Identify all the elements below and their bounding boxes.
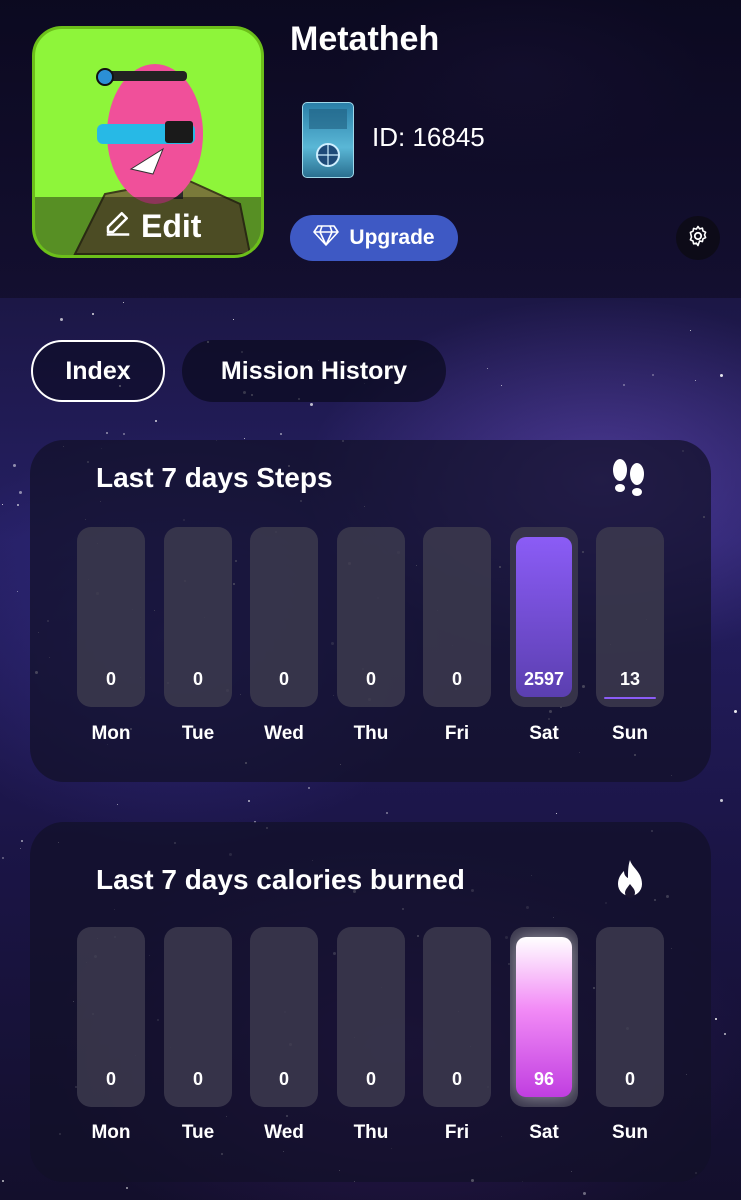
bar-value: 0 [624, 1069, 635, 1089]
bar-mon[interactable]: 0 [77, 527, 145, 707]
bar-thu[interactable]: 0 [337, 927, 405, 1107]
bar-value: 2597 [523, 669, 565, 689]
day-label: Wed [264, 723, 304, 744]
day-label: Fri [444, 1122, 470, 1143]
bar-value: 0 [278, 1069, 289, 1089]
steps-card: Last 7 days Steps 0 Mon 0 Tue 0 Wed 0 Thu 0 Fri 25… [30, 440, 711, 782]
day-label: Sun [612, 723, 648, 744]
day-label: Sat [529, 723, 559, 744]
bar-thu[interactable]: 0 [337, 527, 405, 707]
day-label: Tue [181, 723, 215, 744]
day-label: Tue [181, 1122, 215, 1143]
tab-mission-history[interactable]: Mission History [182, 340, 446, 402]
calories-card: Last 7 days calories burned 0 Mon 0 Tue 0 Wed… [30, 822, 711, 1182]
calories-card-title: Last 7 days calories burned [96, 864, 465, 895]
gear-icon [686, 224, 710, 253]
day-label: Mon [91, 1122, 131, 1143]
pencil-icon [103, 207, 133, 245]
day-label: Thu [353, 1122, 389, 1143]
footprints-icon [610, 458, 648, 505]
bar-tue[interactable]: 0 [164, 527, 232, 707]
bar-sun[interactable]: 0 [596, 927, 664, 1107]
upgrade-label: Upgrade [349, 226, 435, 249]
settings-button[interactable] [676, 216, 720, 260]
day-label: Wed [264, 1122, 304, 1143]
bar-value: 0 [192, 669, 203, 689]
bar-fill-sun [604, 697, 656, 699]
bar-value: 0 [365, 669, 376, 689]
edit-avatar-button[interactable]: Edit [103, 207, 201, 245]
bar-mon[interactable]: 0 [77, 927, 145, 1107]
user-id: ID: 16845 [372, 122, 485, 152]
bar-fri[interactable]: 0 [423, 927, 491, 1107]
day-label: Thu [353, 723, 389, 744]
bar-fri[interactable]: 0 [423, 527, 491, 707]
day-label: Mon [91, 723, 131, 744]
day-label: Sat [529, 1122, 559, 1143]
flame-icon [614, 858, 646, 905]
tab-index[interactable]: Index [31, 340, 165, 402]
bar-value: 0 [278, 669, 289, 689]
bar-sun[interactable]: 13 [596, 527, 664, 707]
day-label: Sun [612, 1122, 648, 1143]
avatar[interactable]: Edit [32, 26, 264, 258]
bar-value: 0 [451, 1069, 462, 1089]
day-label: Fri [444, 723, 470, 744]
bar-tue[interactable]: 0 [164, 927, 232, 1107]
profile-header: Edit Metatheh ID: 16845 Upgrade [0, 0, 741, 298]
bar-value: 0 [105, 1069, 116, 1089]
bar-sat[interactable]: 2597 [510, 527, 578, 707]
diamond-icon [313, 224, 340, 252]
vip-pass-icon[interactable] [302, 102, 354, 178]
bar-value: 0 [192, 1069, 203, 1089]
username: Metatheh [290, 20, 440, 58]
steps-card-title: Last 7 days Steps [96, 462, 333, 493]
bar-value: 96 [533, 1069, 555, 1089]
upgrade-button[interactable]: Upgrade [290, 215, 458, 261]
edit-label: Edit [141, 207, 202, 244]
bar-wed[interactable]: 0 [250, 927, 318, 1107]
bar-sat[interactable]: 96 [510, 927, 578, 1107]
bar-wed[interactable]: 0 [250, 527, 318, 707]
bar-value: 0 [451, 669, 462, 689]
bar-value: 0 [105, 669, 116, 689]
bar-value: 13 [619, 669, 641, 689]
bar-value: 0 [365, 1069, 376, 1089]
